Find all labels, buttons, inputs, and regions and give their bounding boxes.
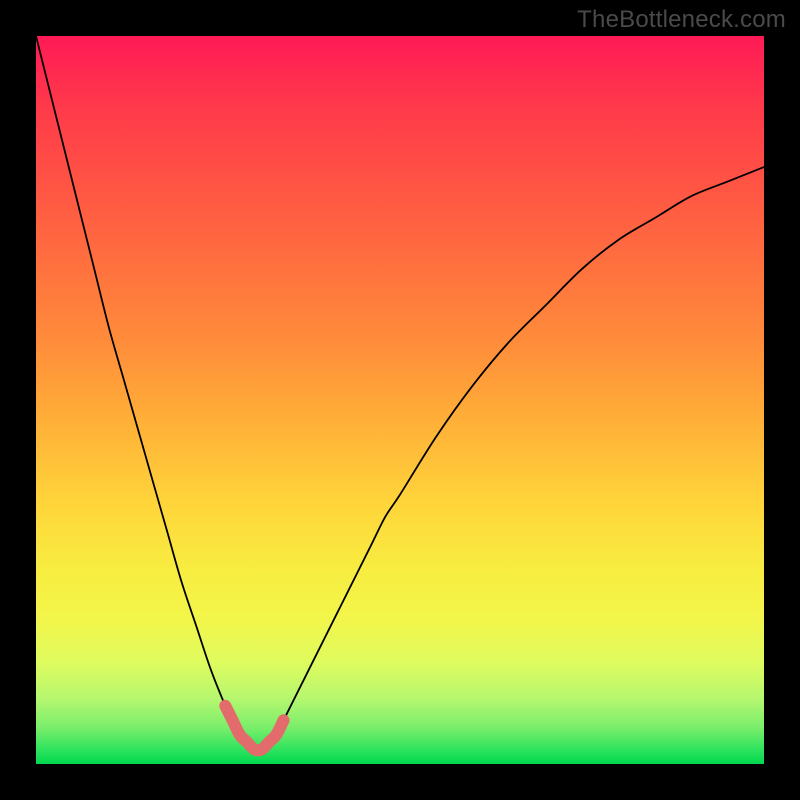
- gradient-background: [36, 36, 764, 764]
- watermark-text: TheBottleneck.com: [577, 6, 786, 34]
- plot-area: [36, 36, 764, 764]
- chart-frame: TheBottleneck.com: [0, 0, 800, 800]
